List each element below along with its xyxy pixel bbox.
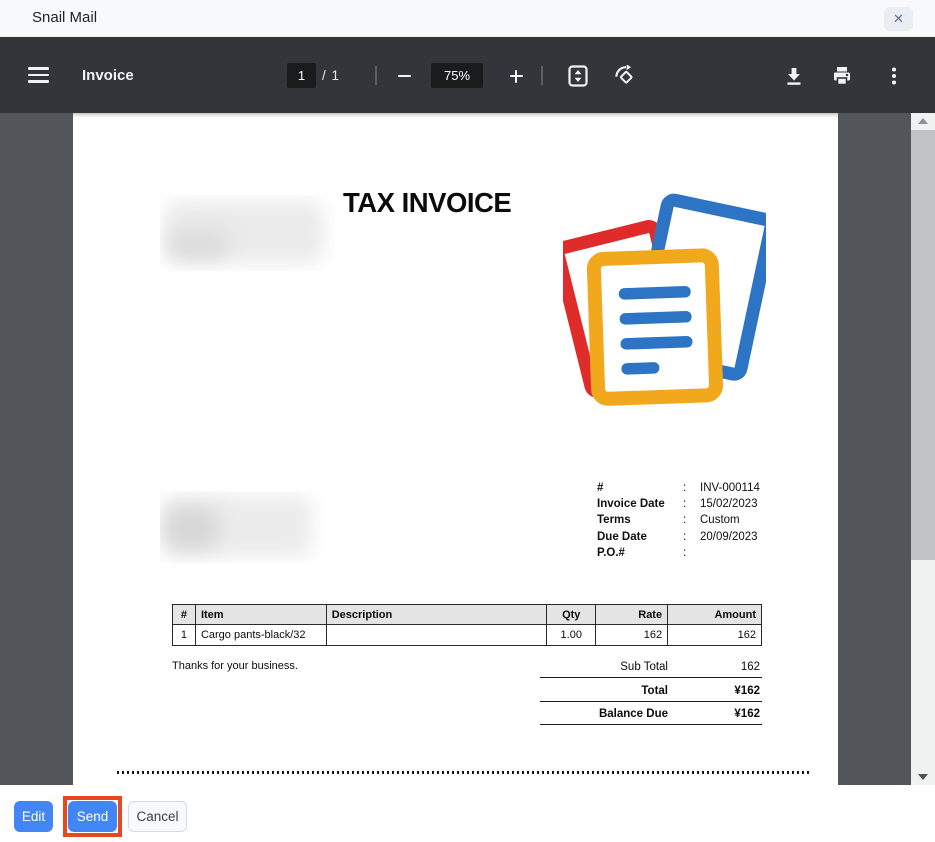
close-icon[interactable]: ✕: [884, 7, 913, 31]
modal-title: Snail Mail: [32, 0, 97, 36]
zoom-level-value[interactable]: 75%: [431, 63, 483, 88]
pdf-viewer-area: TAX INVOICE: [0, 113, 935, 785]
cell-rate: 162: [596, 625, 668, 646]
scrollbar-thumb[interactable]: [911, 130, 935, 560]
send-button-highlight: Send: [63, 796, 122, 837]
detail-row: Invoice Date : 15/02/2023: [597, 496, 817, 512]
col-header: Description: [326, 605, 547, 625]
col-header: Amount: [668, 605, 762, 625]
detail-row: # : INV-000114: [597, 480, 817, 496]
fit-page-icon[interactable]: [566, 64, 590, 88]
pdf-document-title: Invoice: [82, 37, 134, 113]
cell-description: [326, 625, 547, 646]
vertical-scrollbar[interactable]: [911, 113, 935, 785]
perforation-dotted-line: [117, 771, 809, 774]
edit-button[interactable]: Edit: [14, 801, 53, 832]
balance-due-row: Balance Due ¥162: [540, 704, 762, 725]
send-button[interactable]: Send: [68, 801, 117, 832]
page-count-label: / 1: [322, 37, 340, 113]
line-items-table: # Item Description Qty Rate Amount 1 Car…: [172, 604, 762, 646]
cancel-button[interactable]: Cancel: [128, 801, 187, 832]
cell-number: 1: [173, 625, 196, 646]
table-row: 1 Cargo pants-black/32 1.00 162 162: [173, 625, 762, 646]
menu-icon[interactable]: [28, 37, 49, 113]
cell-amount: 162: [668, 625, 762, 646]
snail-mail-modal: Snail Mail ✕ Invoice 1 / 1 75%: [0, 0, 935, 842]
redacted-customer-info: [160, 491, 323, 563]
scroll-down-icon[interactable]: [911, 769, 935, 785]
invoice-details: # : INV-000114 Invoice Date : 15/02/2023…: [597, 480, 817, 561]
detail-row: P.O.# :: [597, 545, 817, 561]
documents-logo-icon: [563, 193, 766, 406]
thanks-note: Thanks for your business.: [172, 660, 298, 672]
invoice-heading: TAX INVOICE: [343, 187, 511, 219]
detail-row: Due Date : 20/09/2023: [597, 529, 817, 545]
total-row: Total ¥162: [540, 681, 762, 702]
print-icon[interactable]: [830, 64, 854, 88]
table-header-row: # Item Description Qty Rate Amount: [173, 605, 762, 625]
subtotal-row: Sub Total 162: [540, 657, 762, 678]
modal-header: Snail Mail ✕: [0, 0, 935, 37]
zoom-in-icon[interactable]: [504, 64, 528, 88]
col-header: Qty: [547, 605, 596, 625]
more-options-icon[interactable]: [882, 64, 906, 88]
rotate-icon[interactable]: [613, 64, 637, 88]
scroll-up-icon[interactable]: [911, 113, 935, 129]
download-icon[interactable]: [782, 64, 806, 88]
totals-section: Sub Total 162 Total ¥162 Balance Due ¥16…: [540, 657, 762, 725]
zoom-out-icon[interactable]: [392, 64, 416, 88]
redacted-company-logo: [160, 195, 335, 271]
toolbar-divider: [541, 66, 543, 85]
invoice-page: TAX INVOICE: [73, 113, 838, 785]
page-number-input[interactable]: 1: [287, 63, 316, 88]
detail-row: Terms : Custom: [597, 512, 817, 528]
col-header: Item: [195, 605, 326, 625]
toolbar-divider: [375, 66, 377, 85]
col-header: Rate: [596, 605, 668, 625]
action-bar: Edit Send Cancel: [0, 785, 935, 842]
col-header: #: [173, 605, 196, 625]
cell-qty: 1.00: [547, 625, 596, 646]
pdf-toolbar: Invoice 1 / 1 75%: [0, 37, 935, 113]
cell-item: Cargo pants-black/32: [195, 625, 326, 646]
